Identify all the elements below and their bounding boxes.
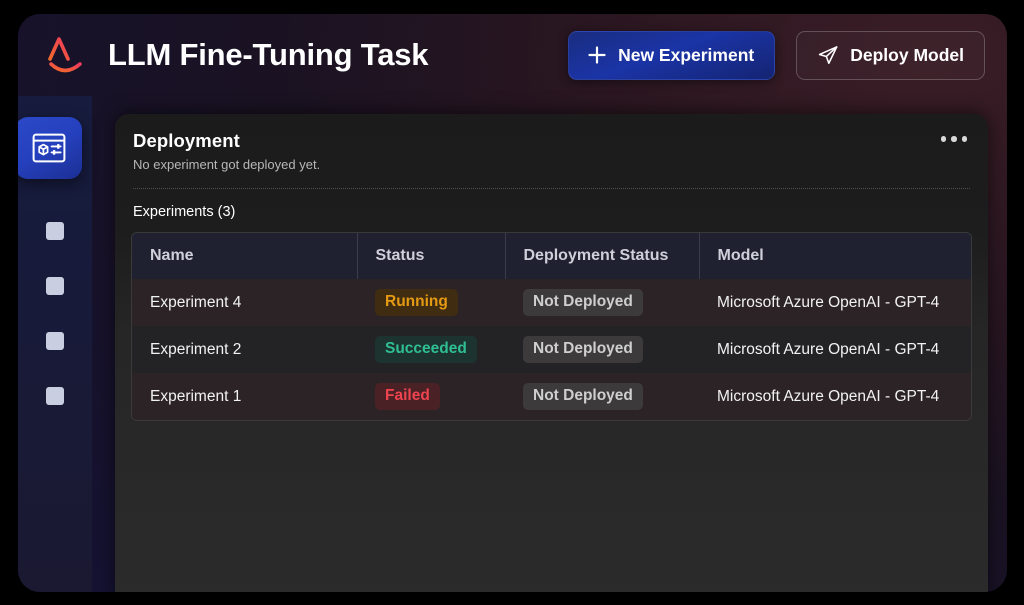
deployment-subtitle: No experiment got deployed yet. xyxy=(133,157,321,172)
header-actions: New Experiment Deploy Model xyxy=(568,30,985,80)
deployment-section-header: Deployment No experiment got deployed ye… xyxy=(115,114,988,172)
deployment-status-badge: Not Deployed xyxy=(523,336,643,363)
cell-status: Failed xyxy=(357,373,505,420)
column-header-model[interactable]: Model xyxy=(699,233,971,279)
cell-deployment-status: Not Deployed xyxy=(505,373,699,420)
deployment-status-badge: Not Deployed xyxy=(523,383,643,410)
experiments-table-wrapper: Name Status Deployment Status Model Expe… xyxy=(131,232,972,421)
ai-logo-icon xyxy=(48,37,82,73)
status-badge: Failed xyxy=(375,383,440,410)
cell-deployment-status: Not Deployed xyxy=(505,326,699,373)
table-row[interactable]: Experiment 1 Failed Not Deployed Microso… xyxy=(132,373,971,420)
cell-model: Microsoft Azure OpenAI - GPT-4 xyxy=(717,387,940,405)
sidebar-item-placeholder-3[interactable] xyxy=(46,332,64,350)
kebab-dot-1 xyxy=(940,136,946,142)
cell-status: Succeeded xyxy=(357,326,505,373)
sidebar-item-placeholder-4[interactable] xyxy=(46,387,64,405)
status-badge: Succeeded xyxy=(375,336,477,363)
send-icon xyxy=(819,46,838,65)
column-header-status[interactable]: Status xyxy=(357,233,506,279)
deployment-status-badge: Not Deployed xyxy=(523,289,643,316)
model-settings-icon xyxy=(32,133,65,163)
kebab-dot-3 xyxy=(961,136,967,142)
new-experiment-button[interactable]: New Experiment xyxy=(568,30,776,80)
table-row[interactable]: Experiment 2 Succeeded Not Deployed Micr… xyxy=(132,326,971,373)
app-header: LLM Fine-Tuning Task New Experiment Depl… xyxy=(18,14,1007,96)
sidebar xyxy=(18,96,92,592)
cell-name: Experiment 4 xyxy=(150,293,242,311)
cell-status: Running xyxy=(357,279,505,326)
page-title: LLM Fine-Tuning Task xyxy=(108,37,429,72)
sidebar-item-placeholder-2[interactable] xyxy=(46,277,64,295)
sidebar-item-placeholder-1[interactable] xyxy=(46,222,64,240)
more-options-icon[interactable] xyxy=(940,136,967,142)
experiments-table-body: Experiment 4 Running Not Deployed Micros… xyxy=(132,279,971,420)
kebab-dot-2 xyxy=(951,136,957,142)
experiments-count-label: Experiments (3) xyxy=(133,204,236,220)
cell-name: Experiment 2 xyxy=(150,340,242,358)
new-experiment-label: New Experiment xyxy=(618,44,755,65)
cell-model: Microsoft Azure OpenAI - GPT-4 xyxy=(717,293,940,311)
column-header-deployment-status[interactable]: Deployment Status xyxy=(505,233,700,279)
sidebar-items xyxy=(18,96,92,405)
table-row[interactable]: Experiment 4 Running Not Deployed Micros… xyxy=(132,279,971,326)
experiments-table: Name Status Deployment Status Model Expe… xyxy=(132,233,971,420)
cell-deployment-status: Not Deployed xyxy=(505,279,699,326)
deployment-title: Deployment xyxy=(133,130,240,151)
app-window: LLM Fine-Tuning Task New Experiment Depl… xyxy=(18,14,1007,592)
cell-model: Microsoft Azure OpenAI - GPT-4 xyxy=(717,340,940,358)
deploy-model-button[interactable]: Deploy Model xyxy=(796,30,985,80)
experiments-table-head: Name Status Deployment Status Model xyxy=(132,233,971,279)
sidebar-item-experiments[interactable] xyxy=(18,117,82,179)
deploy-model-label: Deploy Model xyxy=(850,44,964,65)
column-header-name[interactable]: Name xyxy=(132,233,358,279)
plus-icon xyxy=(588,46,606,64)
cell-name: Experiment 1 xyxy=(150,387,242,405)
content-panel-inner: Deployment No experiment got deployed ye… xyxy=(115,114,988,592)
content-panel: Deployment No experiment got deployed ye… xyxy=(115,114,988,592)
table-header-row: Name Status Deployment Status Model xyxy=(132,233,971,279)
status-badge: Running xyxy=(375,289,458,316)
